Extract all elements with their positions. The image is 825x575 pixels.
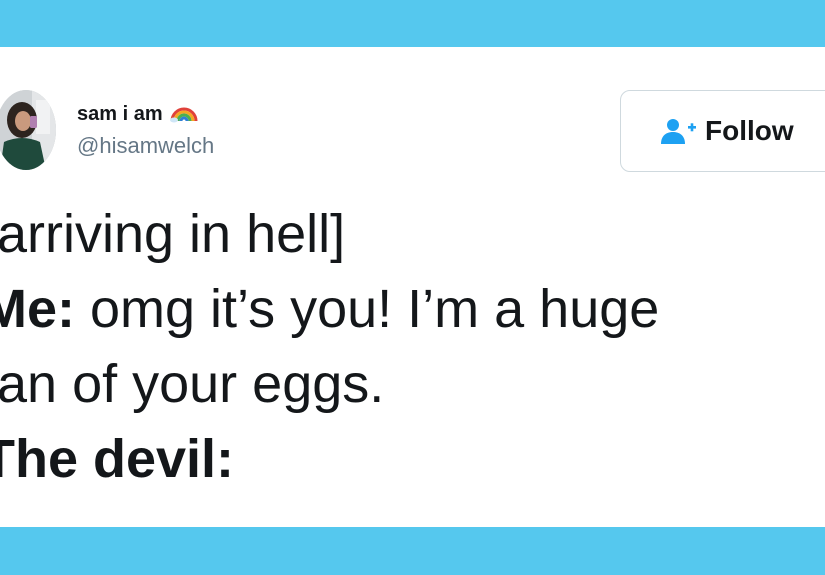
author-display-name[interactable]: sam i am	[77, 99, 199, 129]
tweet-line-1: [arriving in hell]	[0, 204, 346, 264]
top-banner	[0, 0, 825, 47]
add-user-icon	[659, 117, 697, 145]
tweet-line-3: fan of your eggs.	[0, 354, 385, 414]
speaker-devil: The devil:	[0, 429, 235, 489]
follow-label: Follow	[705, 115, 794, 146]
bottom-banner	[0, 527, 825, 575]
tweet-line-2: Me: omg it’s you! I’m a huge	[0, 272, 825, 347]
author-handle[interactable]: @hisamwelch	[77, 133, 214, 159]
avatar[interactable]	[0, 90, 56, 170]
display-name-text: sam i am	[77, 102, 163, 125]
speaker-me: Me:	[0, 279, 75, 339]
follow-button[interactable]: Follow	[620, 90, 825, 172]
tweet-card: sam i am @hisamwelch Follow [arriving in…	[0, 47, 825, 527]
tweet-line-2-text: omg it’s you! I’m a huge	[75, 279, 660, 339]
rainbow-icon	[169, 99, 199, 129]
tweet-text: [arriving in hell] Me: omg it’s you! I’m…	[0, 197, 825, 497]
